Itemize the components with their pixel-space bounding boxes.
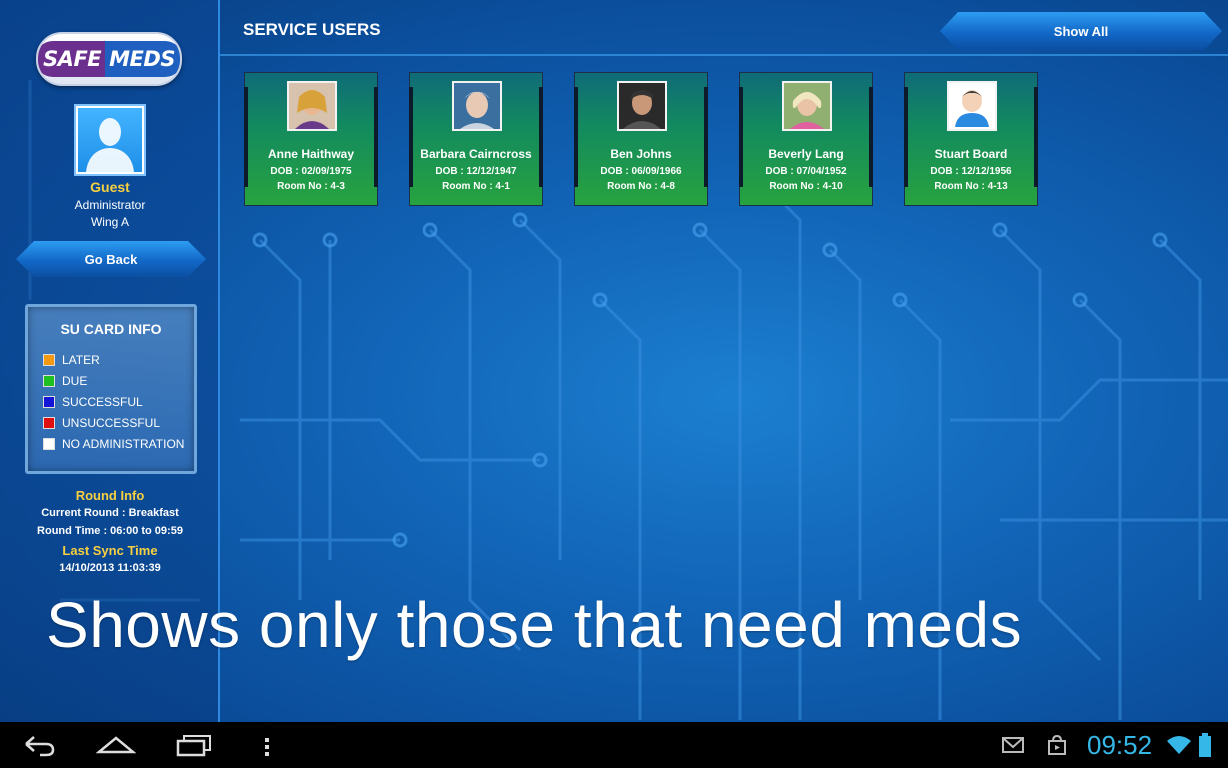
last-sync-title: Last Sync Time [62, 543, 158, 558]
gmail-icon [1002, 737, 1024, 753]
user-wing: Wing A [90, 215, 129, 229]
round-info-title: Round Info [75, 488, 145, 503]
service-user-card[interactable]: Anne Haithway DOB : 02/09/1975 Room No :… [244, 72, 378, 206]
legend-swatch-no-administration [43, 438, 55, 450]
user-name: Beverly Lang [768, 147, 844, 161]
home-icon[interactable] [96, 730, 136, 760]
legend-item-due: DUE [43, 373, 87, 389]
user-name: Anne Haithway [267, 147, 354, 161]
legend-item-no-administration: NO ADMINISTRATION [43, 436, 184, 452]
header-divider [220, 54, 1228, 56]
service-user-card[interactable]: Barbara Cairncross DOB : 12/12/1947 Room… [409, 72, 543, 206]
user-name: Guest [90, 179, 130, 195]
user-avatar [74, 104, 146, 176]
user-photo [617, 81, 667, 131]
legend-label: NO ADMINISTRATION [62, 437, 185, 451]
legend-item-later: LATER [43, 352, 100, 368]
legend-swatch-due [43, 375, 55, 387]
play-store-icon [1048, 734, 1066, 755]
user-name: Stuart Board [934, 147, 1008, 161]
service-user-card[interactable]: Beverly Lang DOB : 07/04/1952 Room No : … [739, 72, 873, 206]
user-room: Room No : 4-8 [607, 181, 675, 192]
user-room: Room No : 4-13 [934, 181, 1008, 192]
su-card-info-legend: SU CARD INFO LATER DUE SUCCESSFUL UNSUCC… [25, 304, 197, 474]
user-dob: DOB : 12/12/1947 [435, 166, 517, 177]
user-dob: DOB : 02/09/1975 [270, 166, 352, 177]
logo-part-meds: MEDS [105, 41, 180, 77]
legend-swatch-successful [43, 396, 55, 408]
user-photo [287, 81, 337, 131]
user-name: Barbara Cairncross [420, 147, 532, 161]
go-back-button[interactable]: Go Back [16, 241, 206, 277]
show-all-button[interactable]: Show All [940, 12, 1222, 50]
page-title: SERVICE USERS [243, 20, 381, 39]
caption-overlay: Shows only those that need meds [46, 589, 1023, 661]
system-navigation-bar [0, 722, 1228, 768]
user-room: Room No : 4-1 [442, 181, 510, 192]
recent-apps-icon[interactable] [174, 730, 214, 760]
user-photo [947, 81, 997, 131]
legend-item-unsuccessful: UNSUCCESSFUL [43, 415, 160, 431]
user-dob: DOB : 12/12/1956 [930, 166, 1012, 177]
round-time: Round Time : 06:00 to 09:59 [37, 525, 183, 537]
last-sync-time: 14/10/2013 11:03:39 [59, 562, 161, 574]
user-name: Ben Johns [610, 147, 672, 161]
legend-title: SU CARD INFO [60, 321, 162, 337]
back-icon[interactable] [22, 730, 56, 760]
service-user-card[interactable]: Ben Johns DOB : 06/09/1966 Room No : 4-8 [574, 72, 708, 206]
user-photo [452, 81, 502, 131]
safemeds-logo: SAFE MEDS [36, 32, 182, 86]
person-silhouette-icon [78, 108, 142, 172]
user-role: Administrator [74, 198, 146, 212]
current-round: Current Round : Breakfast [41, 507, 179, 519]
legend-label: DUE [62, 374, 88, 388]
user-room: Room No : 4-3 [277, 181, 345, 192]
legend-swatch-later [43, 354, 55, 366]
user-dob: DOB : 06/09/1966 [600, 166, 682, 177]
battery-icon [1199, 733, 1211, 757]
legend-label: UNSUCCESSFUL [62, 416, 161, 430]
service-user-card[interactable]: Stuart Board DOB : 12/12/1956 Room No : … [904, 72, 1038, 206]
logo-part-safe: SAFE [38, 41, 106, 77]
wifi-icon [1167, 736, 1191, 754]
legend-item-successful: SUCCESSFUL [43, 394, 143, 410]
legend-label: SUCCESSFUL [62, 395, 143, 409]
app-screen: SAFE MEDS Guest Administrator Wing A Go B… [0, 0, 1228, 722]
legend-label: LATER [62, 353, 100, 367]
user-photo [782, 81, 832, 131]
menu-icon[interactable] [262, 730, 272, 760]
status-clock: 09:52 [1087, 730, 1153, 760]
user-dob: DOB : 07/04/1952 [765, 166, 847, 177]
user-room: Room No : 4-10 [769, 181, 843, 192]
legend-swatch-unsuccessful [43, 417, 55, 429]
